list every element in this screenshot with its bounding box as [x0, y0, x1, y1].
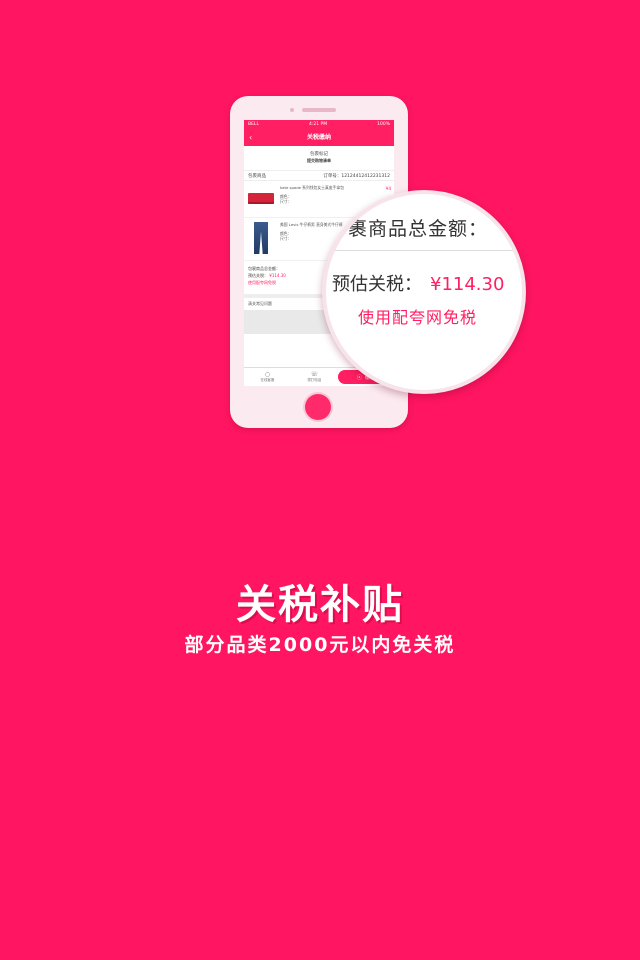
chevron-left-icon[interactable]: ‹: [249, 129, 252, 146]
nav-bar: ‹ 关税缴纳: [244, 129, 394, 146]
carrier-label: BELL: [248, 122, 259, 127]
order-row: 包裹商品 订单号：12124412412231312: [244, 170, 394, 181]
page-title: 关税补贴: [236, 582, 404, 628]
nav-title: 关税缴纳: [306, 134, 331, 141]
tab-phone-label: 拨打电话: [307, 378, 322, 382]
package-header: 包裹标记 提交购物清单: [244, 146, 394, 164]
home-button[interactable]: [305, 394, 331, 420]
yen-icon: ⓢ: [356, 374, 362, 381]
tab-phone[interactable]: ☏ 拨打电话: [291, 368, 338, 386]
product-name: 美国 Levis 牛仔裤男 直身美式牛仔裤: [280, 222, 343, 227]
product-attrs: 颜色： 尺寸：: [280, 194, 292, 204]
wallet-image: [248, 193, 274, 204]
tax-label: 预估关税：: [248, 273, 268, 278]
package-sub: 提交购物清单: [307, 158, 331, 163]
tax-amount: ¥114.30: [269, 273, 286, 278]
product-name: kate spade 系列钱包女士真皮手拿包: [280, 185, 344, 190]
tab-service[interactable]: ○ 在线客服: [244, 368, 291, 386]
status-bar: BELL 4:21 PM 100%: [244, 120, 394, 129]
speaker-grille: [302, 108, 336, 112]
divider: [326, 250, 522, 251]
product-price: ¥4: [385, 186, 391, 191]
magnified-exempt-link: 使用配夸网免税: [358, 308, 478, 327]
magnified-tax-amount: ¥114.30: [430, 274, 505, 295]
phone-icon: ☏: [310, 371, 319, 378]
jeans-image: [254, 222, 268, 254]
battery-label: 100%: [377, 122, 390, 127]
order-number: 订单号：12124412412231312: [323, 173, 390, 179]
magnified-tax-row: 预估关税： ¥114.30: [332, 270, 504, 296]
camera-dot: [290, 108, 294, 112]
tab-service-label: 在线客服: [260, 378, 275, 382]
magnified-tax-label: 预估关税：: [332, 274, 422, 295]
chat-bubble-icon: ○: [264, 371, 271, 378]
magnifier-lens: 裹商品总金额： 预估关税： ¥114.30 使用配夸网免税: [322, 190, 526, 394]
order-label: 包裹商品: [248, 173, 266, 179]
page-subtitle: 部分品类2000元以内免关税: [184, 634, 456, 656]
magnified-total-label: 裹商品总金额：: [348, 218, 489, 240]
time-label: 4:21 PM: [308, 122, 328, 127]
